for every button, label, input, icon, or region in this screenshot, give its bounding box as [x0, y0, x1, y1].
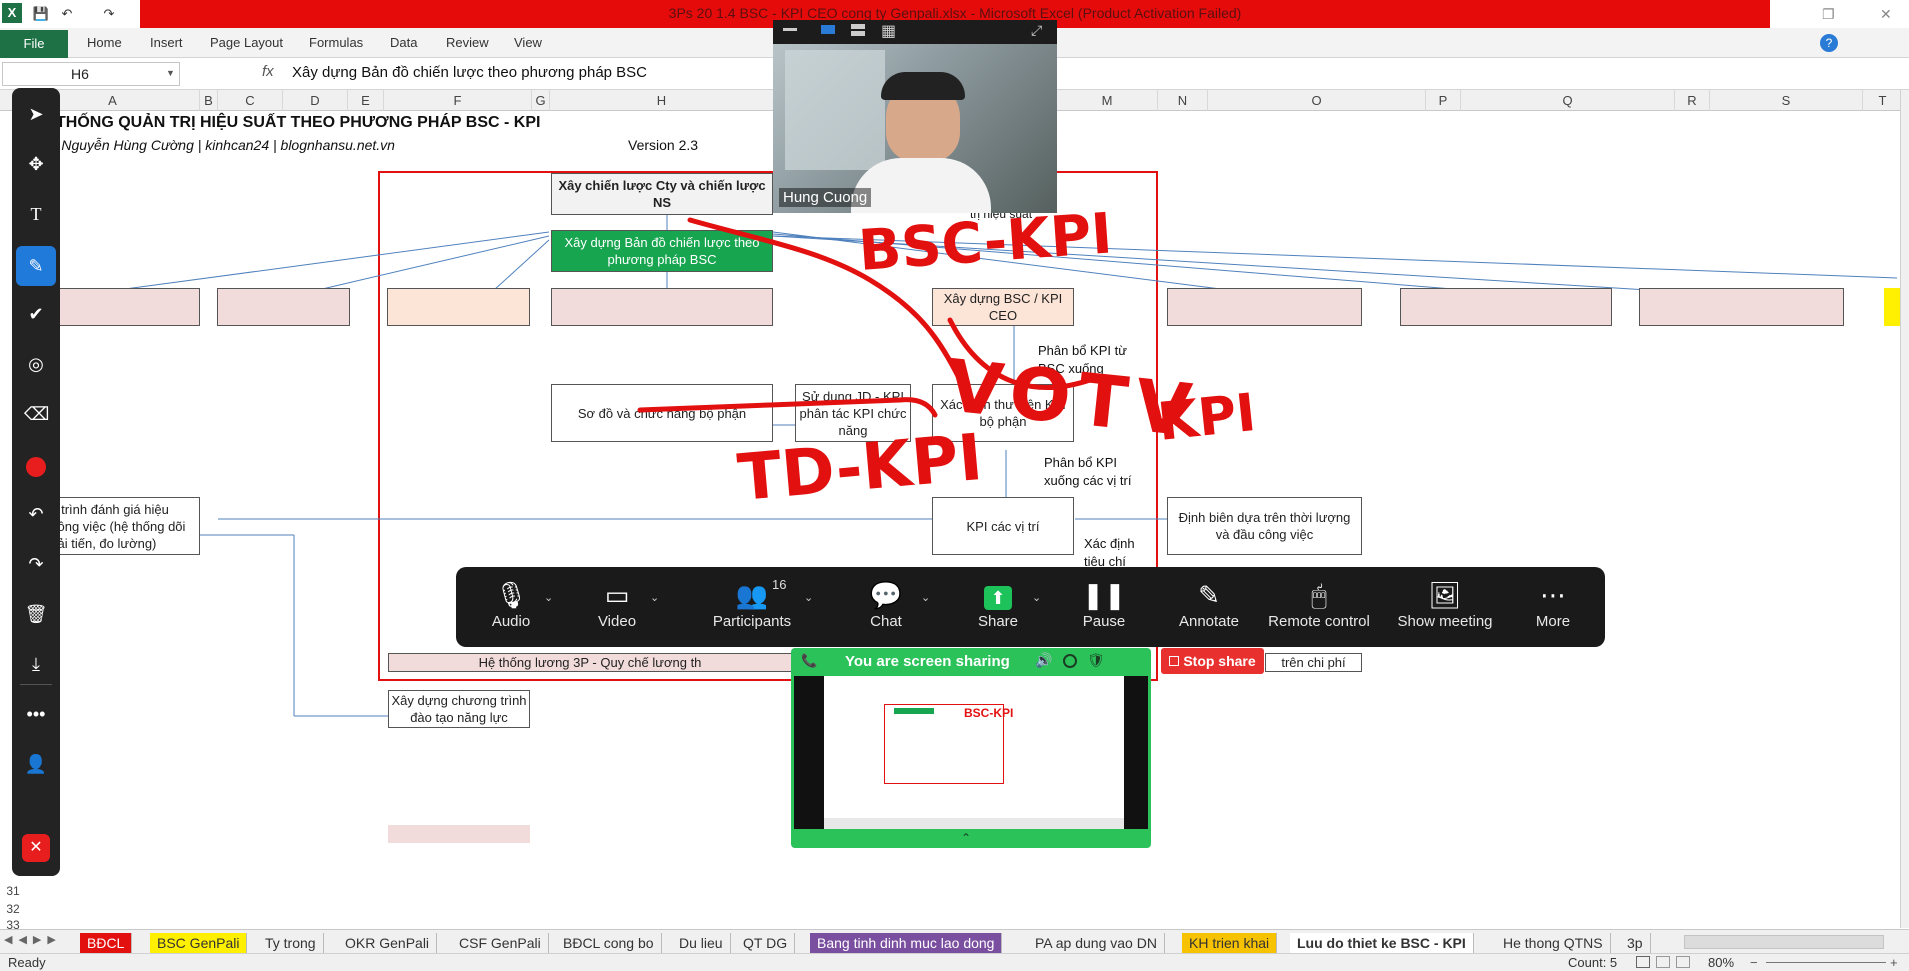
more-icon[interactable]: •••	[24, 702, 48, 726]
chevron-down-icon[interactable]: ⌄	[1032, 591, 1041, 604]
participants-count: 16	[772, 577, 787, 592]
record-icon[interactable]	[1063, 654, 1077, 668]
side-by-side-icon[interactable]	[851, 24, 865, 36]
sheet-tabs-bar: ◀◀▶▶ BĐCL BSC GenPali Ty trong OKR GenPa…	[0, 929, 1909, 953]
remote-control-button[interactable]: 🖱 Remote control	[1259, 577, 1379, 641]
preview-sheet: BSC-KPI	[824, 676, 1124, 829]
annotate-button[interactable]: ✎ Annotate	[1154, 577, 1264, 641]
sheet-tab[interactable]: OKR GenPali	[338, 933, 438, 953]
sheet-tab[interactable]: Bang tinh dinh muc lao dong	[810, 933, 1003, 953]
pause-icon: ❚❚	[1082, 580, 1126, 610]
sheet-tab[interactable]: BĐCL	[80, 933, 133, 953]
audio-button[interactable]: 🎙 Audio	[456, 577, 566, 641]
sheet-tab[interactable]: QT DG	[736, 933, 796, 953]
preview-tabs	[824, 818, 1124, 829]
participant-name: Hung Cuong	[779, 188, 872, 207]
vertical-scrollbar[interactable]	[1900, 90, 1909, 928]
shield-icon: 🛡	[1087, 652, 1105, 668]
color-picker-icon[interactable]	[26, 457, 46, 477]
page-break-icon[interactable]	[1676, 956, 1690, 968]
video-panel[interactable]: ▦ ⤢ Hung Cuong	[773, 20, 1057, 213]
sharing-status: You are screen sharing	[845, 653, 1010, 670]
ink-bsc-kpi: BSC-KPI	[856, 201, 1114, 284]
zoom-slider[interactable]	[1766, 962, 1886, 963]
stop-share-button[interactable]: Stop share	[1161, 648, 1264, 674]
annotation-toolbar: ➤ ✥ T ✎ ✔ ◎ ⌫ ↶ ↷ 🗑 ⤓ ••• 👤 ✕	[12, 88, 60, 876]
chevron-down-icon[interactable]: ⌄	[804, 591, 813, 604]
save-icon[interactable]: ⤓	[24, 652, 48, 676]
chevron-down-icon[interactable]: ⌄	[650, 591, 659, 604]
sheet-tab-active[interactable]: Luu do thiet ke BSC - KPI	[1290, 933, 1474, 953]
stop-icon	[1169, 656, 1180, 666]
pencil-icon: ✎	[1198, 580, 1220, 610]
status-count: Count: 5	[1568, 955, 1618, 970]
sheet-tab[interactable]: Du lieu	[672, 933, 731, 953]
preview-cell	[894, 708, 934, 714]
hair-image	[881, 72, 965, 100]
participants-icon: 👥	[735, 580, 769, 610]
ink-stroke	[637, 397, 938, 418]
participants-button[interactable]: 👥 Participants	[682, 577, 822, 641]
pause-button[interactable]: ❚❚ Pause	[1049, 577, 1159, 641]
ink-td-kpi: TD-KPI	[735, 421, 985, 516]
pen-icon[interactable]: ✎	[16, 246, 56, 286]
select-icon[interactable]: ➤	[24, 102, 48, 126]
sheet-tab[interactable]: 3p	[1620, 933, 1651, 953]
video-button[interactable]: ▭ Video	[562, 577, 672, 641]
user-icon[interactable]: 👤	[24, 752, 48, 776]
gallery-icon[interactable]: ▦	[881, 21, 896, 41]
sheet-tab[interactable]: BĐCL cong bo	[556, 933, 662, 953]
chevron-up-icon[interactable]: ⌃	[961, 831, 971, 845]
sheet-tab[interactable]: Ty trong	[258, 933, 324, 953]
normal-view-icon[interactable]	[1636, 956, 1650, 968]
sheet-nav-icon[interactable]: ◀◀▶▶	[4, 933, 62, 946]
meeting-toolbar: 🎙 Audio ⌄ ▭ Video ⌄ 👥 Participants 16 ⌄ …	[456, 567, 1605, 647]
bookshelf-image	[785, 50, 885, 170]
share-preview: BSC-KPI	[794, 676, 1148, 829]
zoom-out-icon[interactable]: −	[1750, 955, 1758, 970]
sheet-tab[interactable]: He thong QTNS	[1496, 933, 1611, 953]
status-bar: Ready Count: 5 80% − +	[0, 953, 1909, 971]
eraser-icon[interactable]: ⌫	[24, 402, 49, 426]
sharing-panel: 📞 You are screen sharing 🔊 🛡 Stop share …	[791, 648, 1264, 848]
share-button[interactable]: ⬆ Share	[943, 577, 1053, 641]
sheet-tab[interactable]: CSF GenPali	[452, 933, 549, 953]
trash-icon[interactable]: 🗑	[24, 602, 48, 626]
mouse-icon: 🖱	[1311, 580, 1327, 610]
minimize-icon[interactable]	[783, 28, 797, 31]
meeting-window-icon: 🖼	[1428, 580, 1462, 610]
horizontal-scrollbar[interactable]	[1684, 935, 1884, 949]
stamp-check-icon[interactable]: ✔	[24, 302, 48, 326]
ink-kpi: KPI	[1155, 383, 1259, 453]
video-header	[773, 20, 1057, 44]
undo-icon[interactable]: ↶	[24, 502, 48, 526]
status-ready: Ready	[8, 955, 46, 970]
close-annotation-icon[interactable]: ✕	[22, 834, 50, 862]
page-layout-icon[interactable]	[1656, 956, 1670, 968]
sheet-tab[interactable]: PA ap dung vao DN	[1028, 933, 1165, 953]
spotlight-icon[interactable]: ◎	[24, 352, 48, 376]
zoom-level: 80%	[1708, 955, 1735, 970]
redo-icon[interactable]: ↷	[24, 552, 48, 576]
chat-button[interactable]: 💬 Chat	[831, 577, 941, 641]
expand-icon[interactable]: ⤢	[1031, 22, 1042, 39]
more-icon: ⋯	[1540, 580, 1566, 610]
sheet-tab[interactable]: BSC GenPali	[150, 933, 248, 953]
speaker-view-icon[interactable]	[821, 25, 835, 34]
chevron-down-icon[interactable]: ⌄	[921, 591, 930, 604]
show-meeting-button[interactable]: 🖼 Show meeting	[1385, 577, 1505, 641]
text-icon[interactable]: T	[24, 202, 48, 226]
volume-icon[interactable]: 🔊	[1035, 652, 1052, 669]
sheet-tab[interactable]: KH trien khai	[1182, 933, 1278, 953]
preview-ink: BSC-KPI	[964, 706, 1014, 720]
chevron-down-icon[interactable]: ⌄	[544, 591, 553, 604]
more-button[interactable]: ⋯ More	[1498, 577, 1608, 641]
zoom-in-icon[interactable]: +	[1890, 955, 1898, 970]
divider	[20, 684, 52, 685]
phone-icon: 📞	[801, 653, 818, 668]
move-icon[interactable]: ✥	[24, 152, 48, 176]
